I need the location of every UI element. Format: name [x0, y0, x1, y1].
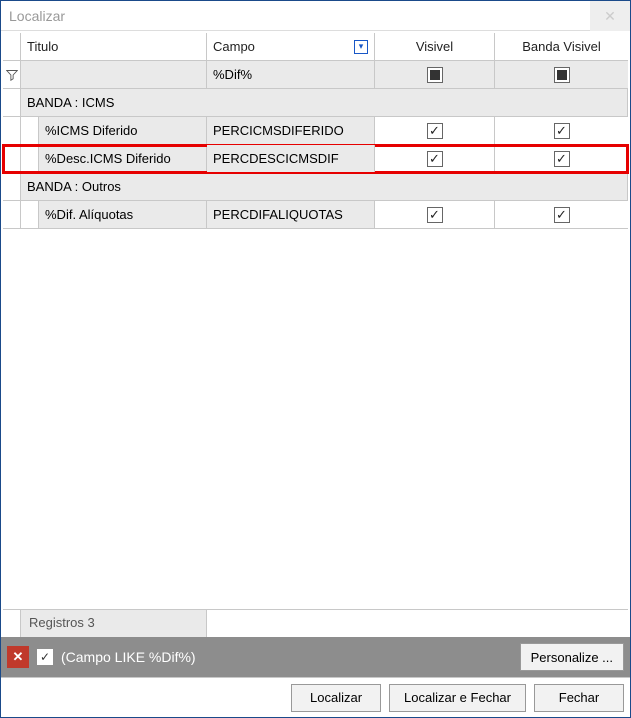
- column-header-visivel-label: Visivel: [416, 39, 453, 54]
- cell-banda-visivel[interactable]: [495, 201, 628, 228]
- filter-expression: (Campo LIKE %Dif%): [61, 649, 196, 665]
- personalize-button[interactable]: Personalize ...: [520, 643, 624, 671]
- localizar-fechar-button[interactable]: Localizar e Fechar: [389, 684, 526, 712]
- column-header-titulo-label: Titulo: [27, 39, 58, 54]
- cell-visivel[interactable]: [375, 201, 495, 228]
- fechar-button[interactable]: Fechar: [534, 684, 624, 712]
- visivel-checkbox[interactable]: [427, 207, 443, 223]
- group-label: BANDA : Outros: [21, 173, 628, 200]
- cell-titulo[interactable]: %Desc.ICMS Diferido: [39, 145, 207, 172]
- cell-campo[interactable]: PERCDIFALIQUOTAS: [207, 201, 375, 228]
- filter-campo-value: %Dif%: [213, 67, 252, 82]
- cell-campo[interactable]: PERCDESCICMSDIF: [207, 145, 375, 172]
- table-row[interactable]: %ICMS DiferidoPERCICMSDIFERIDO: [3, 117, 628, 145]
- filter-active-icon[interactable]: ▾: [354, 40, 368, 54]
- cell-visivel[interactable]: [375, 145, 495, 172]
- column-header-banda-visivel[interactable]: Banda Visivel: [495, 33, 628, 60]
- filter-enabled-checkbox[interactable]: [37, 649, 53, 665]
- group-row[interactable]: BANDA : ICMS: [3, 89, 628, 117]
- localizar-button[interactable]: Localizar: [291, 684, 381, 712]
- table-row[interactable]: %Dif. AlíquotasPERCDIFALIQUOTAS: [3, 201, 628, 229]
- column-header-row: Titulo Campo ▾ Visivel Banda Visivel: [3, 33, 628, 61]
- clear-filter-button[interactable]: ✕: [7, 646, 29, 668]
- cell-campo[interactable]: PERCICMSDIFERIDO: [207, 117, 375, 144]
- group-indicator: [3, 173, 21, 200]
- banda-visivel-checkbox[interactable]: [554, 207, 570, 223]
- grid-empty-area: [3, 229, 628, 609]
- group-indicator: [3, 89, 21, 116]
- cell-titulo[interactable]: %Dif. Alíquotas: [39, 201, 207, 228]
- status-bar: Registros 3: [3, 609, 628, 637]
- window-title: Localizar: [9, 8, 65, 24]
- table-row[interactable]: %Desc.ICMS DiferidoPERCDESCICMSDIF: [3, 145, 628, 173]
- column-header-banda-visivel-label: Banda Visivel: [522, 39, 601, 54]
- column-header-titulo[interactable]: Titulo: [21, 33, 207, 60]
- filter-summary-bar: ✕ (Campo LIKE %Dif%) Personalize ...: [1, 637, 630, 677]
- filter-row: %Dif%: [3, 61, 628, 89]
- status-rest: [207, 610, 628, 637]
- filter-banda-visivel-checkbox[interactable]: [554, 67, 570, 83]
- filter-campo-input[interactable]: %Dif%: [207, 61, 375, 88]
- status-gutter: [3, 610, 21, 637]
- filter-visivel-checkbox[interactable]: [427, 67, 443, 83]
- record-count: Registros 3: [21, 610, 207, 637]
- visivel-checkbox[interactable]: [427, 151, 443, 167]
- filter-titulo-input[interactable]: [21, 61, 207, 88]
- row-indent: [21, 117, 39, 144]
- cell-banda-visivel[interactable]: [495, 117, 628, 144]
- row-indent: [21, 201, 39, 228]
- close-window-button[interactable]: ✕: [590, 1, 630, 31]
- cell-visivel[interactable]: [375, 117, 495, 144]
- row-indicator: [3, 117, 21, 144]
- group-row[interactable]: BANDA : Outros: [3, 173, 628, 201]
- column-header-campo-label: Campo: [213, 39, 255, 54]
- cell-banda-visivel[interactable]: [495, 145, 628, 172]
- titlebar: Localizar ✕: [1, 1, 630, 31]
- filter-row-indicator[interactable]: [3, 61, 21, 88]
- grid: Titulo Campo ▾ Visivel Banda Visivel %Di…: [1, 31, 630, 637]
- row-indent: [21, 145, 39, 172]
- button-bar: Localizar Localizar e Fechar Fechar: [1, 677, 630, 717]
- group-label: BANDA : ICMS: [21, 89, 628, 116]
- column-header-campo[interactable]: Campo ▾: [207, 33, 375, 60]
- column-header-visivel[interactable]: Visivel: [375, 33, 495, 60]
- find-dialog: Localizar ✕ Titulo Campo ▾ Visivel Banda…: [0, 0, 631, 718]
- funnel-icon: [6, 69, 18, 81]
- filter-banda-visivel-input[interactable]: [495, 61, 628, 88]
- banda-visivel-checkbox[interactable]: [554, 151, 570, 167]
- filter-visivel-input[interactable]: [375, 61, 495, 88]
- visivel-checkbox[interactable]: [427, 123, 443, 139]
- row-indicator: [3, 145, 21, 172]
- banda-visivel-checkbox[interactable]: [554, 123, 570, 139]
- row-indicator: [3, 201, 21, 228]
- cell-titulo[interactable]: %ICMS Diferido: [39, 117, 207, 144]
- row-indicator-header: [3, 33, 21, 60]
